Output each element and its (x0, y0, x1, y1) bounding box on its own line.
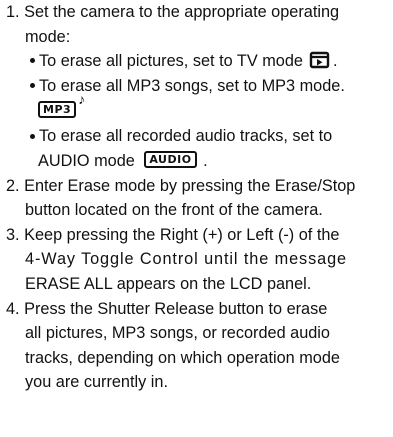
step-3-text-cont: ERASE ALL appears on the LCD panel. (25, 274, 312, 293)
step-2-text: 2. Enter Erase mode by pressing the Eras… (6, 176, 356, 195)
step-3-line-1: 3. Keep pressing the Right (+) or Left (… (6, 223, 391, 248)
step-4-text-cont: tracks, depending on which operation mod… (25, 348, 340, 367)
mp3-mode-icon: MP3 ♪ (38, 92, 85, 123)
audio-mode-icon: AUDIO (144, 151, 197, 169)
bullet-trailing-period: . (203, 151, 208, 170)
bullet-trailing-period: . (332, 52, 338, 71)
tv-playback-icon (309, 51, 333, 69)
step-4-line-1: 4. Press the Shutter Release button to e… (6, 297, 391, 322)
step-1-line-1: 1. Set the camera to the appropriate ope… (6, 0, 391, 25)
bullet-erase-audio: To erase all recorded audio tracks, set … (6, 124, 391, 149)
music-note-icon: ♪ (78, 91, 86, 108)
step-4-line-3: tracks, depending on which operation mod… (6, 346, 391, 371)
step-4-text-cont: all pictures, MP3 songs, or recorded aud… (25, 324, 330, 343)
step-3-line-2: 4-Way Toggle Control until the message (6, 247, 391, 272)
step-1-text: 1. Set the camera to the appropriate ope… (6, 3, 340, 21)
step-4-line-2: all pictures, MP3 songs, or recorded aud… (6, 321, 391, 346)
bullet-dot (30, 58, 35, 64)
step-2-text-cont: button located on the front of the camer… (25, 201, 323, 220)
bullet-erase-mp3-icon-line: MP3 ♪ (6, 92, 391, 124)
step-4-text-cont: you are currently in. (25, 373, 168, 392)
mp3-label: MP3 (38, 100, 77, 118)
step-1-line-2: mode: (6, 25, 391, 50)
step-4-line-4: you are currently in. (6, 370, 391, 395)
step-4-text: 4. Press the Shutter Release button to e… (6, 299, 328, 318)
step-3-text-cont: 4-Way Toggle Control until the message (25, 250, 347, 269)
step-2-line-2: button located on the front of the camer… (6, 198, 391, 223)
step-3-text: 3. Keep pressing the Right (+) or Left (… (6, 225, 340, 244)
step-3-line-3: ERASE ALL appears on the LCD panel. (6, 272, 391, 297)
instruction-page: 1. Set the camera to the appropriate ope… (6, 0, 391, 395)
bullet-erase-audio-cont: AUDIO mode AUDIO . (6, 149, 391, 174)
bullet-erase-pictures: To erase all pictures, set to TV mode . (6, 49, 391, 74)
bullet-text-cont: AUDIO mode (38, 151, 135, 170)
bullet-text: To erase all pictures, set to TV mode (39, 52, 303, 71)
bullet-erase-mp3: To erase all MP3 songs, set to MP3 mode. (6, 74, 391, 99)
bullet-text: To erase all recorded audio tracks, set … (39, 127, 333, 146)
bullet-dot (30, 82, 35, 88)
step-1-text-cont: mode: (25, 27, 71, 46)
bullet-dot (30, 133, 35, 139)
step-2-line-1: 2. Enter Erase mode by pressing the Eras… (6, 174, 391, 199)
